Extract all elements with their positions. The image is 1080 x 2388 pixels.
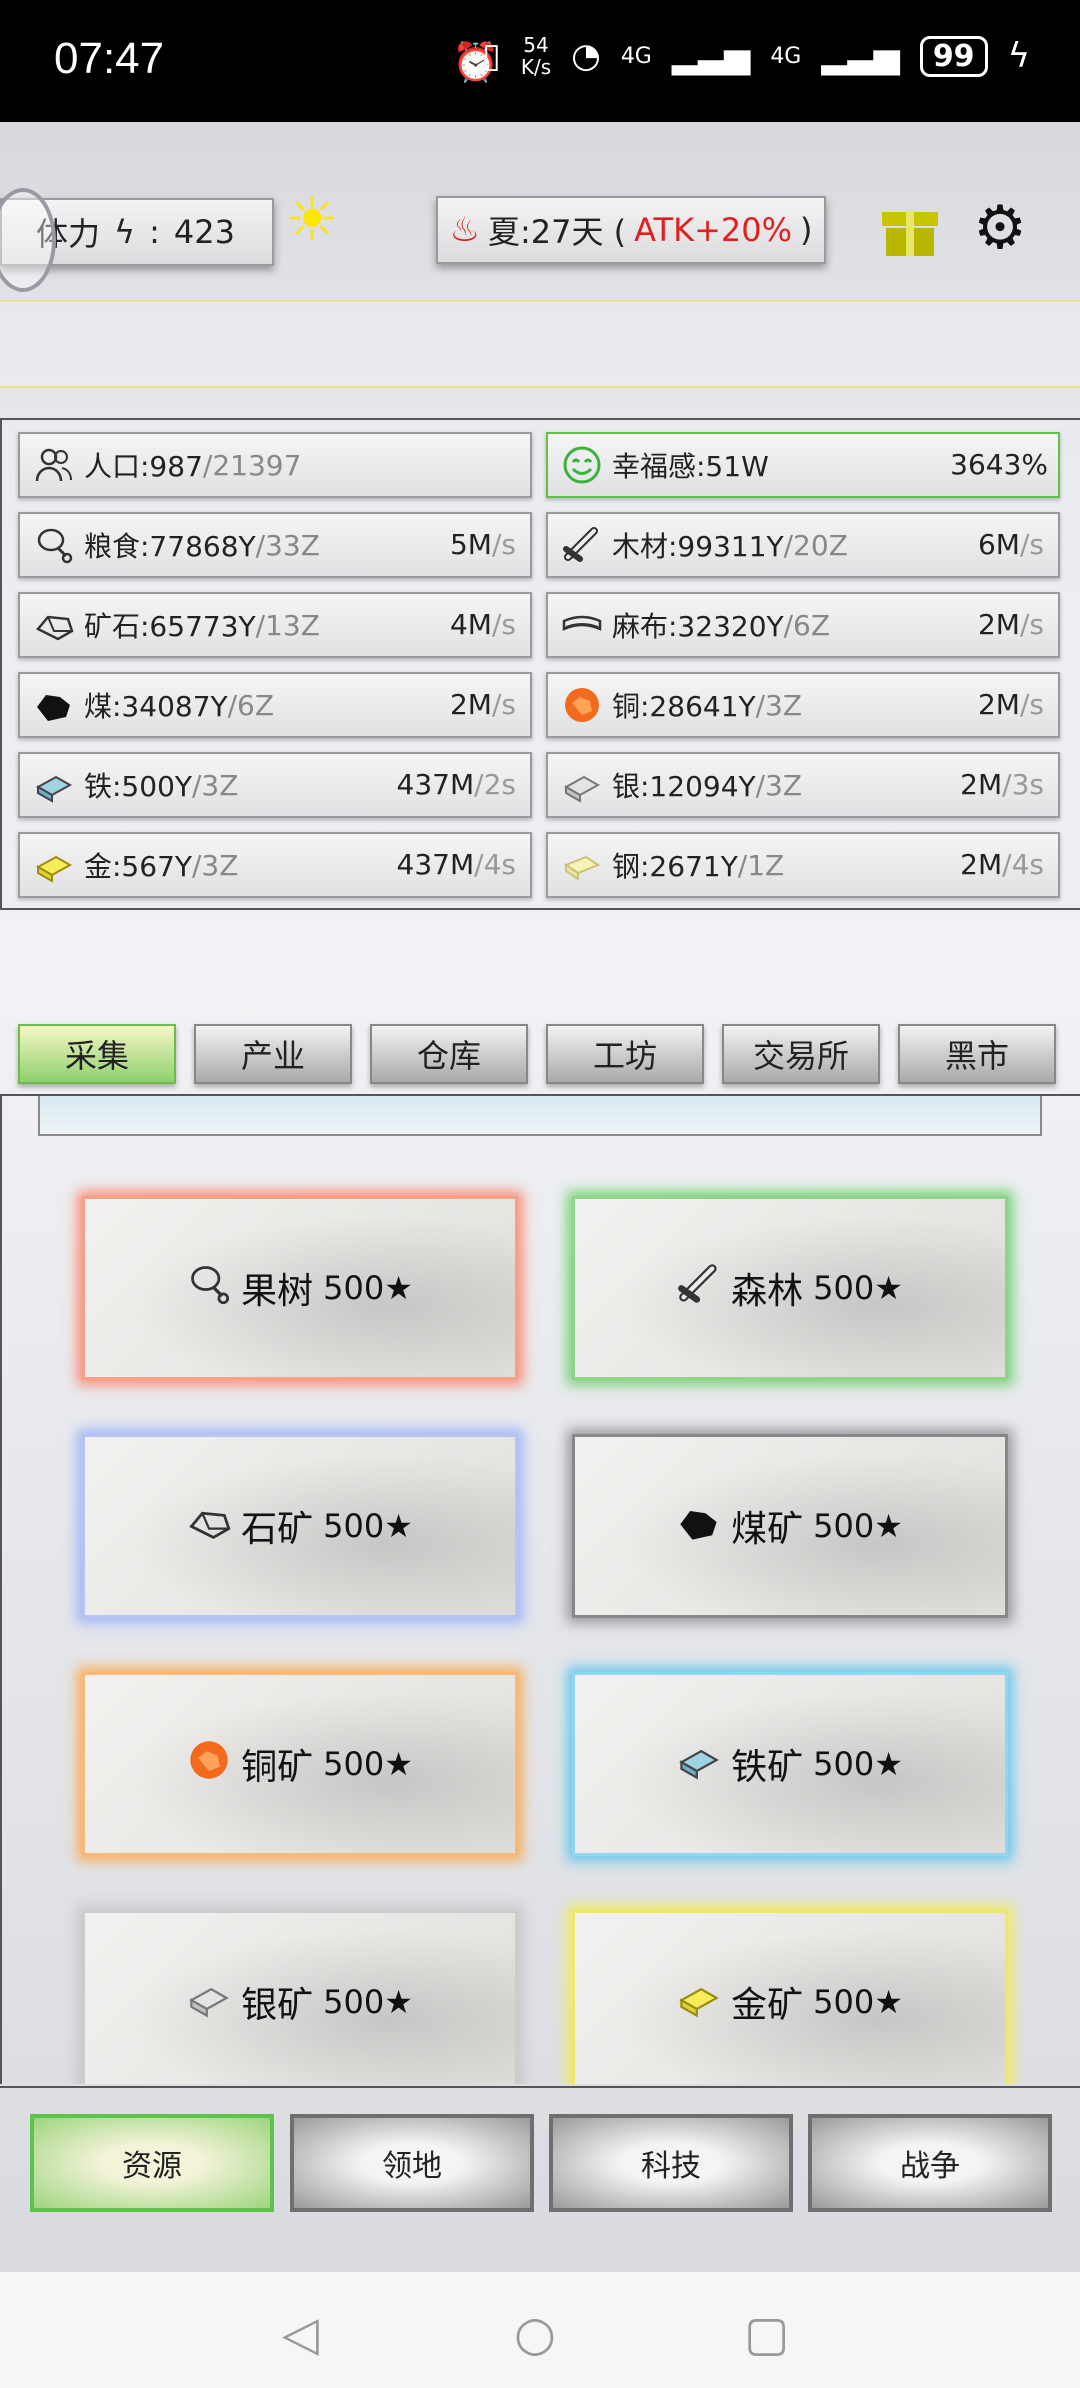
cloth-icon [562,605,602,645]
resource-panel: 人口:987/21397 幸福感:51W 3643% 粮食:77868Y/33Z… [0,418,1080,910]
gift-icon[interactable] [882,202,938,256]
smile-icon [562,445,602,485]
vibrate-icon: ▯ [482,36,501,76]
home-icon[interactable]: ○ [514,2310,556,2358]
tab-workshop[interactable]: 工坊 [546,1024,704,1084]
nav-territory[interactable]: 领地 [290,2114,534,2212]
silver-icon [562,765,602,805]
recents-icon[interactable]: ▢ [744,2310,789,2358]
game-screen: 体力 ϟ : 423 ☀ ♨ 夏:27天 (ATK+20%) ⚙ 人口:987/… [0,122,1080,2272]
system-nav-bar: ◁ ○ ▢ [0,2272,1080,2388]
meat-icon [187,1262,231,1315]
net-speed: 54 K/s [520,33,552,79]
gather-list[interactable]: 果树 500★ 森林 500★ 石矿 500★ 煤矿 500★ 铜矿 500★ … [0,1094,1080,2084]
copper-icon [187,1738,231,1791]
stamina-toggle[interactable] [0,188,56,292]
signal-4g-1: 4G [620,43,652,69]
resource-wood: 木材:99311Y/20Z 6M/s [546,512,1060,578]
stone-icon [34,605,74,645]
tile-copper-mine[interactable]: 铜矿 500★ [82,1672,518,1856]
resource-iron: 铁:500Y/3Z 437M/2s [18,752,532,818]
stamina-box[interactable]: 体力 ϟ : 423 [0,188,274,292]
nav-resources[interactable]: 资源 [30,2114,274,2212]
resource-silver: 银:12094Y/3Z 2M/3s [546,752,1060,818]
sun-icon: ☀ [285,185,339,255]
tile-gold-mine[interactable]: 金矿 500★ [572,1910,1008,2084]
tab-exchange[interactable]: 交易所 [722,1024,880,1084]
resource-cloth: 麻布:32320Y/6Z 2M/s [546,592,1060,658]
resource-ore: 矿石:65773Y/13Z 4M/s [18,592,532,658]
resource-happiness: 幸福感:51W 3643% [546,432,1060,498]
people-icon [34,445,74,485]
stamina-separator: : [149,213,160,251]
gear-icon[interactable]: ⚙ [970,198,1030,258]
wood-icon [677,1262,721,1315]
meat-icon [34,525,74,565]
stone-icon [187,1500,231,1553]
info-strip [38,1096,1042,1136]
tile-coal-mine[interactable]: 煤矿 500★ [572,1434,1008,1618]
battery-indicator: 99 [919,35,988,77]
resource-food: 粮食:77868Y/33Z 5M/s [18,512,532,578]
resource-population: 人口:987/21397 [18,432,532,498]
tile-silver-mine[interactable]: 银矿 500★ [82,1910,518,2084]
resource-copper: 铜:28641Y/3Z 2M/s [546,672,1060,738]
charging-icon: ϟ [1007,36,1030,76]
back-icon[interactable]: ◁ [282,2310,319,2358]
iron-icon [34,765,74,805]
signal-icon: ▂▃▅ [821,36,900,76]
season-text: 夏:27天 ( [487,213,627,251]
wood-icon [562,525,602,565]
tab-industry[interactable]: 产业 [194,1024,352,1084]
notice-band [0,300,1080,388]
steel-icon [562,845,602,885]
tab-gather[interactable]: 采集 [18,1024,176,1084]
stamina-value: 423 [173,213,235,251]
silver-icon [187,1976,231,2029]
nav-war[interactable]: 战争 [808,2114,1052,2212]
resource-coal: 煤:34087Y/6Z 2M/s [18,672,532,738]
copper-icon [562,685,602,725]
iron-icon [677,1738,721,1791]
signal-icon: ▂▃▅ [671,36,751,76]
tab-warehouse[interactable]: 仓库 [370,1024,528,1084]
sub-tab-bar: 采集 产业 仓库 工坊 交易所 黑市 [18,1024,1056,1084]
tile-stone-mine[interactable]: 石矿 500★ [82,1434,518,1618]
gold-icon [34,845,74,885]
nav-technology[interactable]: 科技 [549,2114,793,2212]
tile-iron-mine[interactable]: 铁矿 500★ [572,1672,1008,1856]
season-box[interactable]: ♨ 夏:27天 (ATK+20%) [436,196,826,264]
coal-icon [677,1500,721,1553]
resource-gold: 金:567Y/3Z 437M/4s [18,832,532,898]
tile-forest[interactable]: 森林 500★ [572,1196,1008,1380]
resource-steel: 钢:2671Y/1Z 2M/4s [546,832,1060,898]
gold-icon [677,1976,721,2029]
tab-black-market[interactable]: 黑市 [898,1024,1056,1084]
wifi-icon: ◔ [571,36,601,76]
fire-icon: ♨ [449,210,480,250]
clock: 07:47 [54,34,165,83]
signal-4g-2: 4G [770,43,802,69]
season-bonus: ATK+20% [634,211,793,249]
status-bar: 07:47 ⏰ ▯ 54 K/s ◔ 4G ▂▃▅ 4G ▂▃▅ 99 ϟ [0,0,1080,122]
season-close: ) [800,211,813,249]
tile-orchard[interactable]: 果树 500★ [82,1196,518,1380]
coal-icon [34,685,74,725]
bottom-nav: 资源 领地 科技 战争 [0,2086,1080,2274]
lightning-icon: ϟ [114,213,136,251]
